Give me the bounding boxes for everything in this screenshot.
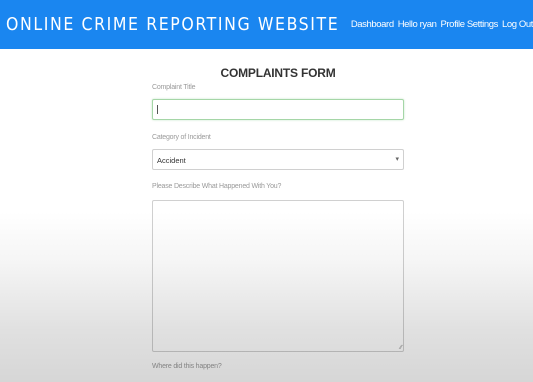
category-select[interactable]: Accident ▾ [152,149,404,170]
nav-link-dashboard[interactable]: Dashboard [351,19,394,30]
top-navbar: ONLINE CRIME REPORTING WEBSITE Dashboard… [0,0,533,49]
nav-link-log-out[interactable]: Log Out [502,19,533,30]
site-brand[interactable]: ONLINE CRIME REPORTING WEBSITE [6,15,339,35]
resize-handle-icon[interactable]: ∕∕ [400,345,402,351]
description-textarea[interactable]: ∕∕ [152,200,404,352]
nav-link-profile-settings[interactable]: Profile Settings [440,19,498,30]
text-caret [157,105,158,114]
form-title: COMPLAINTS FORM [220,66,336,80]
complaint-title-label: Complaint Title [152,84,196,91]
location-label: Where did this happen? [152,363,222,370]
description-label: Please Describe What Happened With You? [152,183,282,190]
complaint-title-input[interactable] [152,99,404,120]
category-label: Category of Incident [152,134,211,141]
chevron-down-icon: ▾ [395,156,399,163]
nav-link-hello-user[interactable]: Hello ryan [398,19,437,30]
category-selected-value: Accident [157,156,186,165]
nav-links: Dashboard Hello ryan Profile Settings Lo… [351,19,533,30]
